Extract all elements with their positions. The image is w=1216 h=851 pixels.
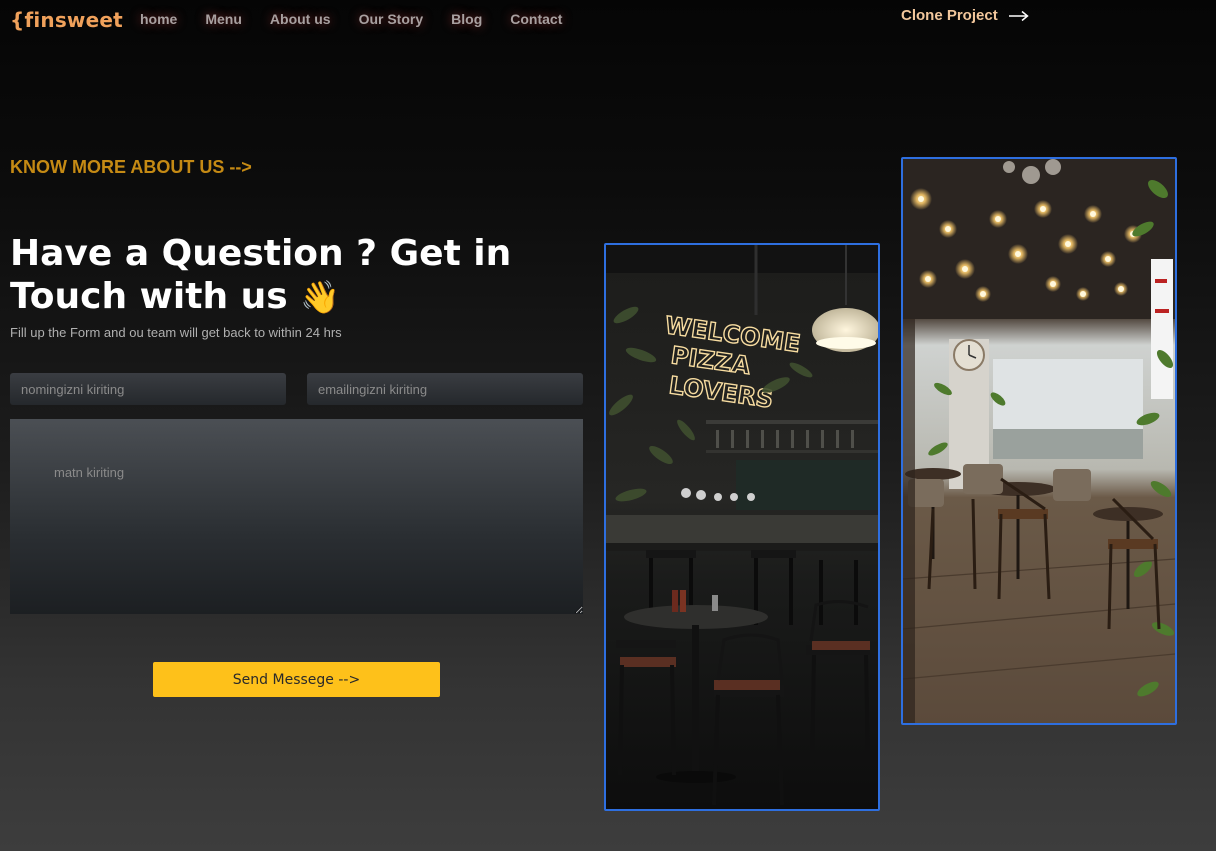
brand-logo[interactable]: {finsweet (10, 8, 123, 32)
know-more-link[interactable]: KNOW MORE ABOUT US --> (10, 157, 252, 178)
nav-our-story[interactable]: Our Story (359, 11, 424, 27)
nav-menu[interactable]: Menu (205, 11, 242, 27)
email-input[interactable] (307, 373, 583, 405)
nav-contact[interactable]: Contact (510, 11, 562, 27)
pizza-bar-photo: WELCOME PIZZA LOVERS (604, 243, 880, 811)
waving-hand-icon: 👋 (300, 278, 341, 316)
form-subtitle: Fill up the Form and ou team will get ba… (10, 325, 342, 340)
nav-about-us[interactable]: About us (270, 11, 331, 27)
name-input[interactable] (10, 373, 286, 405)
cafe-interior-photo (901, 157, 1177, 725)
page-title-text: Have a Question ? Get in Touch with us (10, 233, 512, 317)
nav-blog[interactable]: Blog (451, 11, 482, 27)
send-message-button[interactable]: Send Messege --> (153, 662, 440, 697)
page-title: Have a Question ? Get in Touch with us 👋 (10, 232, 570, 319)
arrow-right-icon (1008, 9, 1030, 23)
message-textarea[interactable] (10, 419, 583, 614)
clone-project-label: Clone Project (901, 7, 998, 24)
main-nav: home Menu About us Our Story Blog Contac… (140, 11, 562, 27)
nav-home[interactable]: home (140, 11, 177, 27)
clone-project-link[interactable]: Clone Project (901, 7, 1030, 24)
